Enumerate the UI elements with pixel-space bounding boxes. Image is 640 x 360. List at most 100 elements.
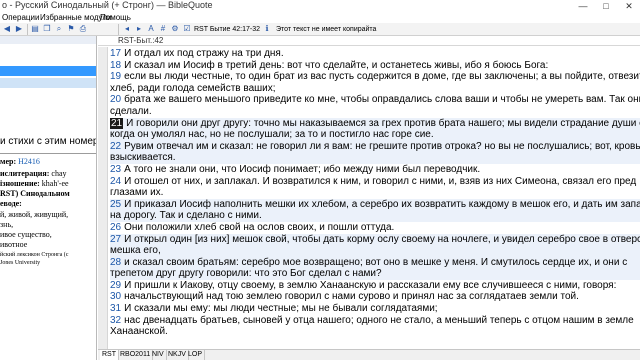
verse-line: глазами их. (110, 187, 640, 199)
verse-line: 23 А того не знали они, что Иосиф понимае… (110, 164, 640, 176)
verse-text: глазами их. (110, 187, 164, 199)
verse-line: 20 брата же вашего меньшого приведите ко … (110, 94, 640, 106)
verse-text: мешка его, (110, 245, 161, 257)
forward-icon[interactable]: ▶ (14, 24, 24, 34)
bible-text-view[interactable]: 17 И отдал их под стражу на три дня. 18 И с… (98, 47, 640, 349)
verse-text: хлеб, ради голода семейств ваших; (110, 82, 276, 94)
verse-line: 21 И говорили они друг другу: точно мы на… (110, 117, 640, 130)
module-tabs: RST RBO2011 NIV NKJV LOP (98, 349, 640, 360)
verse-number[interactable]: 26 (110, 222, 121, 233)
back-icon[interactable]: ◀ (2, 24, 12, 34)
reader-tab-header: RST-Быт.:42 (98, 36, 640, 46)
left-panel-divider (0, 153, 96, 154)
book-icon[interactable]: ▤ (30, 24, 40, 34)
verse-line: Ханаанской. (110, 326, 640, 338)
verse-text: И отошел от них, и заплакал. И возвратил… (124, 175, 637, 187)
lexicon-source: Jones University (0, 260, 41, 266)
left-panel: и стихи с этим номером мер: H2416 ислите… (0, 36, 97, 360)
pronunciation-value: khah'-ee (41, 179, 69, 188)
toolbar-separator (118, 24, 119, 35)
strong-number-link[interactable]: H2416 (18, 157, 40, 166)
verse-number[interactable]: 22 (110, 141, 121, 152)
verse-line: 27 И открыл один [из них] мешок свой, что… (110, 233, 640, 246)
checkbox-icon[interactable]: ☑ (182, 24, 192, 34)
meaning-line: й, живой, живущий, (0, 210, 69, 219)
strong-numbers-icon[interactable]: # (158, 24, 168, 34)
tab-rst[interactable]: RST (100, 350, 119, 360)
verse-line: мешка его, (110, 245, 640, 257)
verse-number[interactable]: 25 (110, 199, 121, 210)
bookmark-icon[interactable]: ⚑ (66, 24, 76, 34)
verse-text: И сказали мы ему: мы люди честные; мы не… (124, 303, 438, 315)
list-item[interactable] (0, 78, 96, 88)
next-chapter-icon[interactable]: ▸ (134, 24, 144, 34)
verse-line: 31 И сказали мы ему: мы люди честные; мы … (110, 303, 640, 315)
verse-number[interactable]: 31 (110, 303, 121, 314)
translation-label: еводе: (0, 199, 22, 208)
settings-icon[interactable]: ⚙ (170, 24, 180, 34)
verse-text: взыскивается. (110, 152, 176, 164)
close-button[interactable]: ✕ (618, 0, 640, 12)
reader-tab-title[interactable]: RST-Быт.:42 (118, 36, 163, 46)
current-reference: RST Бытие 42:17-32 (194, 26, 261, 33)
selected-list-item[interactable] (0, 66, 96, 76)
verse-text: И говорили они друг другу: точно мы нака… (126, 117, 640, 129)
tab-niv[interactable]: NIV (150, 350, 167, 360)
verse-text: брата же вашего меньшого приведите ко мн… (124, 94, 640, 106)
verse-number[interactable]: 29 (110, 280, 121, 291)
verse-line: 30 начальствующий над тою землею говорил … (110, 291, 640, 303)
previous-chapter-icon[interactable]: ◂ (122, 24, 132, 34)
verse-line: трепетом друг другу говорили: что это Бо… (110, 268, 640, 280)
verse-number[interactable]: 17 (110, 48, 121, 59)
verse-line: на дорогу. Так и сделано с ними. (110, 210, 640, 222)
verse-number[interactable]: 21 (110, 117, 124, 130)
tab-lop[interactable]: LOP (186, 350, 206, 360)
menu-operations[interactable]: Операции (2, 12, 39, 23)
verse-text: сделали. (110, 105, 152, 117)
verse-number[interactable]: 23 (110, 164, 121, 175)
version-label: RST) Синодальном (0, 189, 70, 198)
strong-number-row: мер: H2416 (0, 157, 40, 167)
maximize-button[interactable]: □ (595, 0, 617, 12)
verses-with-number-label: и стихи с этим номером (0, 136, 96, 147)
info-icon[interactable]: ℹ (262, 24, 272, 34)
verse-number[interactable]: 18 (110, 60, 121, 71)
verse-number[interactable]: 24 (110, 176, 121, 187)
verse-line: 19 если вы люди честные, то один брат из … (110, 71, 640, 83)
verse-text: трепетом друг другу говорили: что это Бо… (110, 268, 382, 280)
verse-text: И сказал им Иосиф в третий день: вот что… (124, 59, 549, 71)
verse-number[interactable]: 19 (110, 71, 121, 82)
verse-line: хлеб, ради голода семейств ваших; (110, 83, 640, 95)
font-icon[interactable]: A (146, 24, 156, 34)
search-icon[interactable]: ⌕ (54, 24, 64, 34)
verse-line: 29 И пришли к Иакову, отцу своему, в земл… (110, 280, 640, 292)
transliteration-row: ислитерация: chay (0, 169, 67, 179)
verse-number[interactable]: 20 (110, 94, 121, 105)
menu-help[interactable]: Помощь (100, 12, 131, 23)
strong-number-label: мер: (0, 157, 17, 166)
pronunciation-label: ізношение: (0, 179, 40, 188)
toolbar: ◀ ▶ ▤ ❐ ⌕ ⚑ ⎙ ◂ ▸ A # ⚙ ☑ RST Бытие 42:1… (0, 23, 640, 36)
verse-line: когда он умолял нас, но не послушали; за… (110, 129, 640, 141)
print-icon[interactable]: ⎙ (78, 24, 88, 34)
verse-line: 28 и сказал своим братьям: серебро мое во… (110, 256, 640, 269)
verse-number[interactable]: 27 (110, 234, 121, 245)
verse-text: и сказал своим братьям: серебро мое возв… (124, 256, 628, 268)
verse-number[interactable]: 28 (110, 257, 121, 268)
copy-icon[interactable]: ❐ (42, 24, 52, 34)
verse-line: 18 И сказал им Иосиф в третий день: вот ч… (110, 60, 640, 72)
verse-number[interactable]: 30 (110, 291, 121, 302)
title-bar: о - Русский Синодальный (+ Стронг) — Bib… (0, 0, 640, 12)
verse-text: на дорогу. Так и сделано с ними. (110, 210, 262, 222)
verse-text: И приказал Иосиф наполнить мешки их хлеб… (124, 198, 640, 210)
window-title: о - Русский Синодальный (+ Стронг) — Bib… (2, 0, 213, 10)
pronunciation-row: ізношение: khah'-ee (0, 179, 69, 189)
tab-rbo2011[interactable]: RBO2011 (118, 350, 154, 360)
minimize-button[interactable]: — (572, 0, 594, 12)
verse-text: если вы люди честные, то один брат из ва… (124, 71, 640, 83)
verse-list: 17 И отдал их под стражу на три дня. 18 И с… (110, 48, 640, 338)
verse-number[interactable]: 32 (110, 315, 121, 326)
meaning-line: знь, (0, 220, 14, 229)
menu-bar: Операции Избранные модули Помощь (0, 12, 640, 23)
reader-gutter (98, 47, 108, 349)
